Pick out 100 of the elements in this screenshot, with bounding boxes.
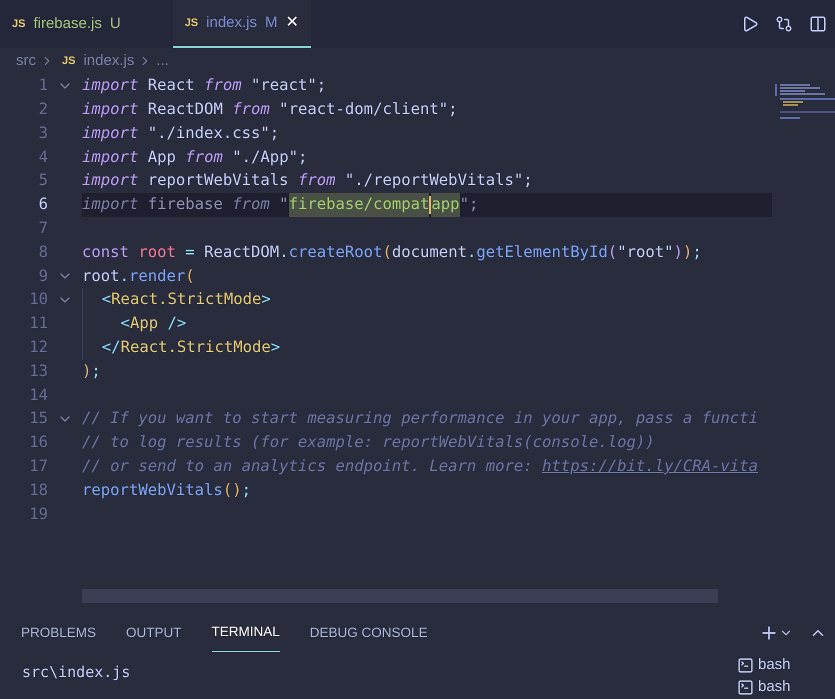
code-token: ) xyxy=(674,242,683,263)
code-token: ( xyxy=(608,242,618,263)
code-token: ; xyxy=(91,360,101,382)
line-number: 9 xyxy=(38,266,48,287)
code-token: ReactDOM xyxy=(204,242,280,263)
code-token: > xyxy=(270,336,280,358)
panel-tab[interactable]: DEBUG CONSOLE xyxy=(310,614,428,652)
line-number: 4 xyxy=(38,146,48,168)
code-token: > xyxy=(261,289,271,310)
terminal-list-item[interactable]: bash xyxy=(737,655,835,675)
text-cursor xyxy=(429,196,432,214)
code-token: import xyxy=(82,146,138,168)
panel-tab[interactable]: TERMINAL xyxy=(212,614,280,652)
code-token: " xyxy=(278,194,289,216)
code-token: "./App"; xyxy=(231,146,308,168)
code-token: createRoot xyxy=(288,242,382,263)
code-token: "./reportWebVitals"; xyxy=(344,170,533,192)
code-token: < xyxy=(100,289,112,310)
code-token: ( xyxy=(185,266,195,287)
code-token: import xyxy=(82,99,138,120)
code-token: app xyxy=(431,193,460,217)
tab-status: U xyxy=(110,14,121,34)
line-number: 8 xyxy=(38,242,48,263)
line-number: 17 xyxy=(28,456,48,477)
line-number: 12 xyxy=(28,336,48,358)
line-number: 14 xyxy=(28,384,48,406)
code-token: App xyxy=(130,313,158,334)
code-token: root xyxy=(137,242,176,263)
tab-label: firebase.js xyxy=(33,14,102,34)
code-token: // or send to an analytics endpoint. Learn more: xyxy=(82,456,534,477)
terminal-line: src\index.js xyxy=(22,662,132,683)
js-file-icon: JS xyxy=(184,14,198,32)
code-token: . xyxy=(120,266,129,287)
line-number: 2 xyxy=(38,99,48,120)
code-token: . xyxy=(279,242,289,263)
code-token: React.StrictMode xyxy=(120,336,271,358)
line-number: 13 xyxy=(28,360,48,382)
terminal-list-item[interactable]: bash xyxy=(737,677,835,697)
code-token: App xyxy=(146,146,177,168)
code-token: import xyxy=(82,122,138,144)
code-token: . xyxy=(466,242,476,263)
compare-icon[interactable] xyxy=(775,15,793,33)
code-token: import xyxy=(82,194,138,216)
code-token: () xyxy=(222,480,242,501)
js-file-icon: JS xyxy=(62,52,76,70)
line-number: 5 xyxy=(38,170,48,192)
line-number: 15 xyxy=(28,408,48,430)
tab-status: M xyxy=(265,12,278,33)
horizontal-scrollbar[interactable] xyxy=(82,589,718,603)
code-token: from xyxy=(232,99,270,120)
code-token: ; xyxy=(692,242,702,263)
line-number: 18 xyxy=(28,480,48,501)
editor-tab[interactable]: JS firebase.js U xyxy=(0,0,133,48)
breadcrumb-file[interactable]: index.js xyxy=(83,50,134,72)
code-token: document xyxy=(392,242,467,263)
code-token: const xyxy=(82,242,129,263)
code-token: "; xyxy=(460,194,478,216)
code-token: = xyxy=(184,242,196,263)
panel-tab[interactable]: OUTPUT xyxy=(126,614,182,652)
code-token: < xyxy=(120,313,130,334)
js-file-icon: JS xyxy=(12,16,26,32)
tab-label: index.js xyxy=(206,12,258,33)
code-token: ) xyxy=(82,360,92,382)
line-number: 6 xyxy=(38,194,48,216)
line-number: 1 xyxy=(38,75,48,96)
code-token: firebase xyxy=(146,194,224,216)
code-token: from xyxy=(185,146,223,168)
breadcrumb-folder[interactable]: src xyxy=(16,50,36,72)
code-token: import xyxy=(82,75,138,96)
editor-tab[interactable]: JS index.js M ✕ xyxy=(172,0,311,48)
code-token: reportWebVitals xyxy=(82,480,223,501)
code-token: root xyxy=(82,266,120,287)
line-number: 19 xyxy=(28,504,48,525)
code-token: "react-dom/client"; xyxy=(278,99,458,120)
terminal-icon xyxy=(737,678,754,696)
code-token: "./index.css"; xyxy=(146,122,280,144)
code-token: React.StrictMode xyxy=(111,289,262,310)
breadcrumb-more[interactable]: ... xyxy=(156,50,169,72)
panel-tab[interactable]: PROBLEMS xyxy=(21,614,96,652)
code-token: getElementById xyxy=(476,242,608,263)
code-token: "react"; xyxy=(250,75,326,96)
run-icon[interactable] xyxy=(741,15,759,33)
terminal-icon xyxy=(737,656,754,674)
line-number: 11 xyxy=(28,313,48,334)
split-editor-icon[interactable] xyxy=(809,15,827,33)
code-token: ; xyxy=(242,480,251,501)
code-token: reportWebVitals xyxy=(146,170,290,192)
code-token: from xyxy=(204,75,242,96)
code-token: // If you want to start measuring performance in your app, pass a functi xyxy=(82,408,758,430)
code-token: firebase/compat xyxy=(288,193,430,217)
code-token: /> xyxy=(166,313,186,334)
code-token: </ xyxy=(100,336,121,358)
line-number: 10 xyxy=(28,289,48,310)
code-token: from xyxy=(232,194,270,216)
code-token: render xyxy=(128,266,186,287)
close-icon[interactable]: ✕ xyxy=(286,11,299,35)
code-token: // to log results (for example: reportWebVitals(console.log)) xyxy=(82,432,655,454)
line-number: 16 xyxy=(28,432,48,454)
code-token: ) xyxy=(682,242,692,263)
line-number: 3 xyxy=(38,122,48,144)
